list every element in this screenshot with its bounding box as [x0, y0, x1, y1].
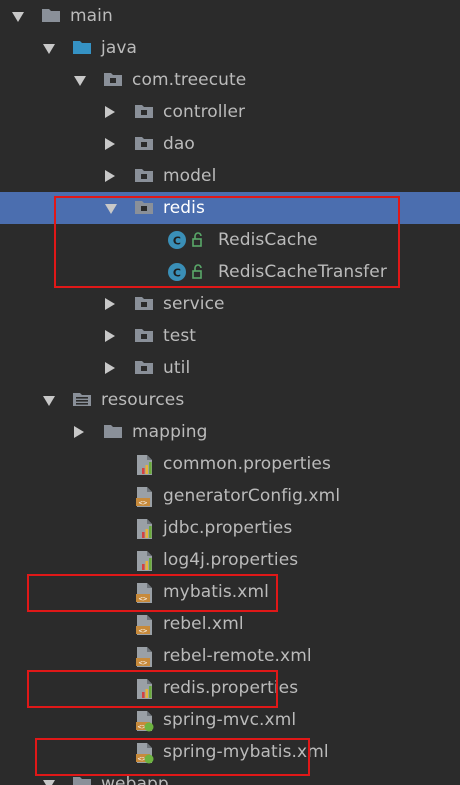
package-icon [134, 358, 154, 378]
tree-item-redis-properties[interactable]: redis.properties [0, 672, 460, 704]
tree-item-resources[interactable]: resources [0, 384, 460, 416]
spring-xml-file-icon: <> [134, 742, 154, 764]
tree-item-label: RedisCache [218, 230, 318, 250]
svg-text:C: C [173, 235, 181, 248]
tree-item-common-properties[interactable]: common.properties [0, 448, 460, 480]
package-icon [134, 134, 154, 154]
properties-file-icon [134, 678, 154, 699]
tree-item-test[interactable]: test [0, 320, 460, 352]
tree-item-label: log4j.properties [163, 550, 299, 570]
java-class-icon: C [168, 230, 202, 250]
package-icon [134, 294, 154, 314]
tree-item-label: redis.properties [163, 678, 299, 698]
package-icon [134, 166, 154, 186]
folder-icon [103, 422, 123, 442]
tree-item-controller[interactable]: controller [0, 96, 460, 128]
tree-item-label: spring-mybatis.xml [163, 742, 329, 762]
tree-item-service[interactable]: service [0, 288, 460, 320]
tree-item-label: spring-mvc.xml [163, 710, 297, 730]
tree-item-rediscachetransfer[interactable]: C RedisCacheTransfer [0, 256, 460, 288]
tree-item-main[interactable]: main [0, 0, 460, 32]
expand-arrow-down-icon[interactable] [43, 779, 55, 785]
tree-item-redis[interactable]: redis [0, 192, 460, 224]
tree-item-label: common.properties [163, 454, 331, 474]
tree-item-label: generatorConfig.xml [163, 486, 341, 506]
tree-item-label: webapp [101, 774, 169, 785]
expand-arrow-down-icon[interactable] [74, 75, 86, 86]
package-icon [134, 326, 154, 346]
package-icon [134, 198, 154, 218]
tree-item-dao[interactable]: dao [0, 128, 460, 160]
expand-arrow-down-icon[interactable] [105, 203, 117, 214]
tree-item-rediscache[interactable]: C RedisCache [0, 224, 460, 256]
tree-item-label: mapping [132, 422, 208, 442]
tree-item-label: resources [101, 390, 185, 410]
tree-item-label: RedisCacheTransfer [218, 262, 387, 282]
resources-folder-icon [72, 390, 92, 410]
tree-item-generatorconfig-xml[interactable]: <> generatorConfig.xml [0, 480, 460, 512]
svg-text:<>: <> [139, 627, 148, 635]
collapse-arrow-right-icon[interactable] [105, 362, 115, 374]
expand-arrow-down-icon[interactable] [12, 11, 24, 22]
collapse-arrow-right-icon[interactable] [105, 330, 115, 342]
tree-item-mapping[interactable]: mapping [0, 416, 460, 448]
collapse-arrow-right-icon[interactable] [105, 170, 115, 182]
tree-item-label: com.treecute [132, 70, 247, 90]
properties-file-icon [134, 550, 154, 571]
svg-text:<>: <> [139, 499, 148, 507]
tree-item-label: service [163, 294, 225, 314]
svg-text:<>: <> [139, 595, 148, 603]
tree-item-label: controller [163, 102, 246, 122]
tree-item-label: model [163, 166, 217, 186]
collapse-arrow-right-icon[interactable] [105, 138, 115, 150]
tree-item-spring-mybatis-xml[interactable]: <> spring-mybatis.xml [0, 736, 460, 768]
expand-arrow-down-icon[interactable] [43, 395, 55, 406]
package-icon [103, 70, 123, 90]
xml-file-icon: <> [134, 582, 154, 603]
tree-item-rebel-xml[interactable]: <> rebel.xml [0, 608, 460, 640]
tree-item-com-treecute[interactable]: com.treecute [0, 64, 460, 96]
tree-item-label: rebel-remote.xml [163, 646, 312, 666]
tree-item-label: jdbc.properties [163, 518, 293, 538]
tree-item-rebel-remote-xml[interactable]: <> rebel-remote.xml [0, 640, 460, 672]
tree-item-label: java [101, 38, 138, 58]
spring-xml-file-icon: <> [134, 710, 154, 732]
xml-file-icon: <> [134, 486, 154, 507]
collapse-arrow-right-icon[interactable] [105, 298, 115, 310]
tree-item-jdbc-properties[interactable]: jdbc.properties [0, 512, 460, 544]
xml-file-icon: <> [134, 646, 154, 667]
tree-item-label: main [70, 6, 113, 26]
tree-item-label: test [163, 326, 197, 346]
tree-item-label: rebel.xml [163, 614, 244, 634]
tree-item-label: mybatis.xml [163, 582, 269, 602]
package-icon [134, 102, 154, 122]
properties-file-icon [134, 454, 154, 475]
collapse-arrow-right-icon[interactable] [74, 426, 84, 438]
project-tree: main java com.treecute controller dao model re… [0, 0, 460, 785]
tree-item-util[interactable]: util [0, 352, 460, 384]
tree-item-model[interactable]: model [0, 160, 460, 192]
svg-text:C: C [173, 267, 181, 280]
source-folder-icon [72, 38, 92, 58]
folder-icon [41, 6, 61, 26]
tree-item-log4j-properties[interactable]: log4j.properties [0, 544, 460, 576]
svg-text:<>: <> [139, 659, 148, 667]
tree-item-spring-mvc-xml[interactable]: <> spring-mvc.xml [0, 704, 460, 736]
folder-icon [72, 774, 92, 785]
properties-file-icon [134, 518, 154, 539]
collapse-arrow-right-icon[interactable] [105, 106, 115, 118]
expand-arrow-down-icon[interactable] [43, 43, 55, 54]
tree-item-label: redis [163, 198, 205, 218]
tree-item-webapp[interactable]: webapp [0, 768, 460, 785]
tree-item-label: util [163, 358, 191, 378]
java-class-icon: C [168, 262, 202, 282]
tree-item-mybatis-xml[interactable]: <> mybatis.xml [0, 576, 460, 608]
tree-item-java[interactable]: java [0, 32, 460, 64]
xml-file-icon: <> [134, 614, 154, 635]
tree-item-label: dao [163, 134, 195, 154]
